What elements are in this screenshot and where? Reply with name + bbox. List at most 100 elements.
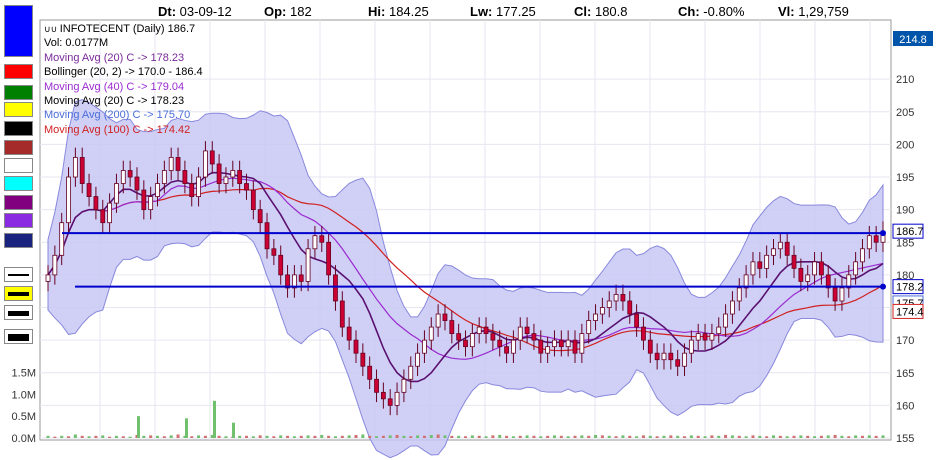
volume-bar xyxy=(737,435,741,438)
volume-bar xyxy=(573,435,577,438)
candle-body xyxy=(675,359,681,367)
candle-body xyxy=(750,261,756,276)
volume-bar xyxy=(621,435,625,438)
volume-bar xyxy=(819,435,823,438)
volume-bar xyxy=(457,435,461,438)
candle-body xyxy=(832,287,838,302)
volume-bar xyxy=(361,434,365,438)
candle-body xyxy=(866,235,872,250)
candle-body xyxy=(620,294,626,302)
candle-body xyxy=(264,222,270,250)
candle-body xyxy=(688,339,694,354)
candle-body xyxy=(805,274,811,282)
volume-bar xyxy=(340,435,344,438)
candle-body xyxy=(442,313,448,321)
legend-symbol: ∪∪ INFOTECENT (Daily) 186.7 xyxy=(44,23,196,35)
volume-bar xyxy=(847,436,851,438)
candle-body xyxy=(476,326,482,335)
volume-bar xyxy=(333,436,337,438)
chart-type-icon: ∪∪ xyxy=(44,24,60,34)
price-tick-label: 155 xyxy=(896,433,914,445)
volume-bar xyxy=(532,435,536,438)
candle-body xyxy=(483,326,489,335)
candle-body xyxy=(599,307,605,315)
legend-ma40: Moving Avg (40) C -> 179.04 xyxy=(44,80,185,93)
volume-tick-label: 1.0M xyxy=(12,389,36,401)
value-marker-label: 174.4 xyxy=(896,306,924,318)
candle-body xyxy=(408,365,414,380)
candle-body xyxy=(490,333,496,341)
candle-body xyxy=(654,352,660,361)
volume-bar xyxy=(525,435,529,438)
volume-bar xyxy=(751,435,755,438)
candle-body xyxy=(572,339,578,354)
volume-bar xyxy=(710,435,714,438)
volume-bar xyxy=(833,434,837,438)
value-marker-label: 178.2 xyxy=(896,282,924,294)
candle-body xyxy=(586,320,592,335)
candle-body xyxy=(394,391,400,406)
volume-bar xyxy=(470,435,474,438)
candle-body xyxy=(552,339,557,348)
volume-tick-label: 1.5M xyxy=(12,367,36,379)
legend-ma200: Moving Avg (200) C -> 175.70 xyxy=(44,109,191,122)
candle-body xyxy=(730,300,735,315)
trendline-handle[interactable] xyxy=(880,230,886,237)
candle-body xyxy=(387,398,393,406)
volume-bar xyxy=(703,436,707,438)
value-marker-label: 186.7 xyxy=(896,226,924,238)
candle-body xyxy=(250,189,256,211)
candle-body xyxy=(456,333,462,341)
legend-ma20: Moving Avg (20) C -> 178.23 xyxy=(44,51,185,64)
candle-body xyxy=(716,326,722,335)
candle-body xyxy=(524,326,530,335)
candle-body xyxy=(305,248,311,282)
price-tick-label: 205 xyxy=(896,107,914,119)
candle-body xyxy=(593,313,598,321)
volume-bar xyxy=(867,435,871,438)
volume-bar xyxy=(381,435,385,438)
volume-bar xyxy=(272,436,276,438)
candle-body xyxy=(312,235,318,250)
volume-bar xyxy=(689,435,693,438)
candle-body xyxy=(52,254,58,276)
candle-body xyxy=(79,157,85,184)
volume-bar xyxy=(840,435,844,438)
volume-bar xyxy=(498,434,502,438)
candle-body xyxy=(606,300,612,308)
volume-bar xyxy=(539,436,543,438)
candle-body xyxy=(244,183,249,191)
volume-bar xyxy=(730,435,734,438)
candle-body xyxy=(613,294,619,302)
candle-body xyxy=(641,326,646,341)
trendline-handle[interactable] xyxy=(880,283,886,290)
candle-body xyxy=(647,339,653,354)
volume-bar xyxy=(114,435,118,438)
volume-bar xyxy=(758,435,762,438)
candle-body xyxy=(819,261,824,276)
volume-bar xyxy=(450,435,454,438)
volume-bar xyxy=(217,435,221,438)
candle-body xyxy=(401,378,407,393)
candle-body xyxy=(374,378,379,393)
volume-bar xyxy=(213,400,216,438)
volume-bar xyxy=(559,435,563,438)
volume-bar xyxy=(232,422,235,438)
volume-bar xyxy=(806,435,810,438)
volume-bar xyxy=(826,435,830,438)
candle-body xyxy=(435,313,441,328)
volume-bar xyxy=(683,436,687,438)
candle-body xyxy=(339,300,345,328)
price-tick-label: 195 xyxy=(896,172,914,184)
volume-bar xyxy=(600,435,604,438)
volume-bar xyxy=(402,435,406,438)
volume-bar xyxy=(477,435,481,438)
price-tick-label: 185 xyxy=(896,237,914,249)
candle-body xyxy=(723,313,728,328)
volume-bar xyxy=(635,436,639,438)
candle-body xyxy=(182,170,188,184)
candle-body xyxy=(86,183,92,197)
volume-bar xyxy=(416,435,420,438)
candle-body xyxy=(367,365,373,380)
candle-body xyxy=(634,313,640,328)
